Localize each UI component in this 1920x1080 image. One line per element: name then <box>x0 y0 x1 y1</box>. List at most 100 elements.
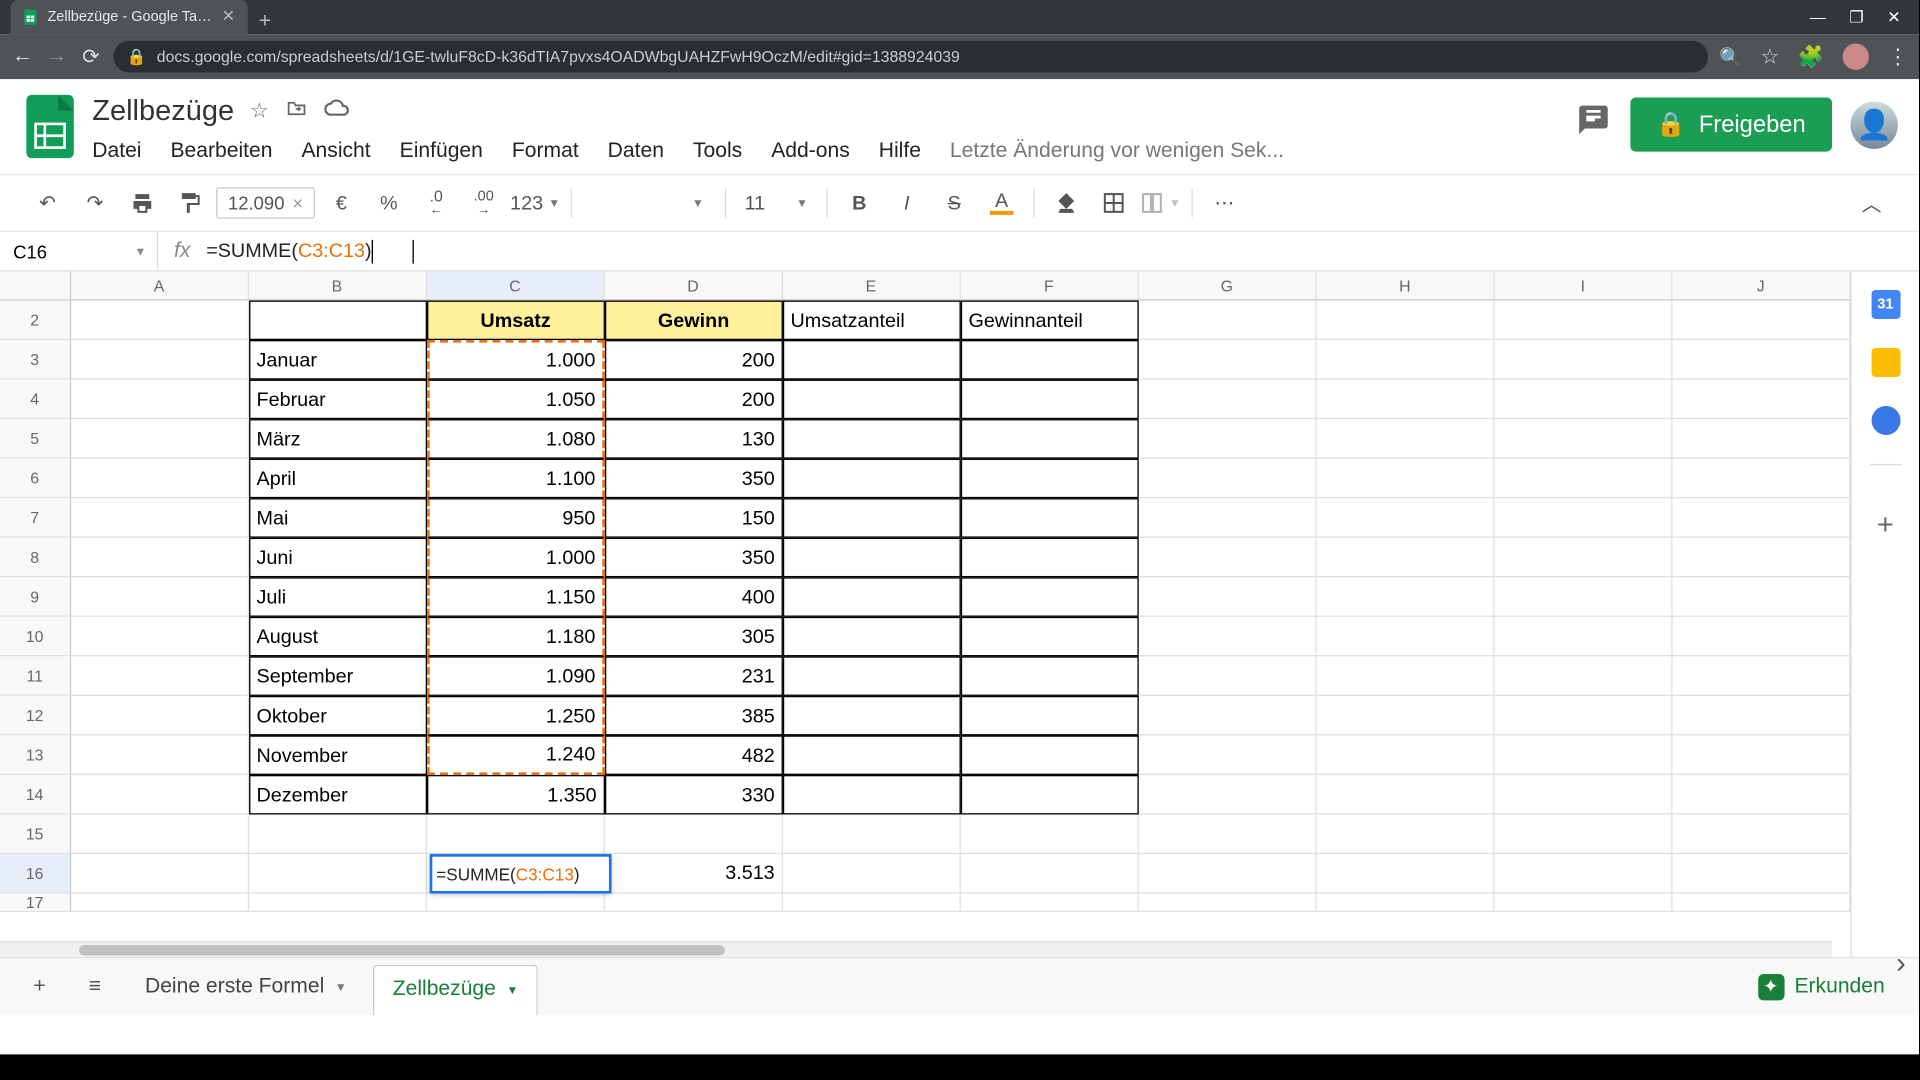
cell[interactable]: 305 <box>605 617 783 657</box>
cell[interactable] <box>961 617 1139 657</box>
cell[interactable] <box>1317 775 1495 815</box>
name-box-dropdown-icon[interactable]: ▼ <box>135 244 157 257</box>
cell[interactable] <box>961 498 1139 538</box>
cell[interactable] <box>1317 301 1495 341</box>
row-header[interactable]: 9 <box>0 577 71 617</box>
paint-format-icon[interactable] <box>169 182 211 224</box>
cell[interactable]: Gewinn <box>605 301 783 341</box>
row-header[interactable]: 13 <box>0 735 71 775</box>
sheet-tab-first[interactable]: Deine erste Formel▼ <box>127 961 366 1011</box>
cell[interactable]: April <box>249 459 427 499</box>
cell[interactable] <box>1495 577 1673 617</box>
cell[interactable] <box>1673 419 1851 459</box>
cell[interactable] <box>1317 894 1495 912</box>
cell[interactable] <box>783 696 961 736</box>
col-header-d[interactable]: D <box>605 272 783 300</box>
account-avatar[interactable]: 👤 <box>1850 101 1897 148</box>
cell[interactable]: Juni <box>249 538 427 578</box>
cell[interactable]: 1.240 <box>427 735 605 775</box>
cell[interactable] <box>1495 380 1673 420</box>
cell[interactable] <box>1139 538 1317 578</box>
cell[interactable]: 1.180 <box>427 617 605 657</box>
cell[interactable] <box>1495 696 1673 736</box>
row-header[interactable]: 2 <box>0 301 71 341</box>
cell[interactable]: 200 <box>605 380 783 420</box>
cell[interactable] <box>783 419 961 459</box>
cell[interactable]: August <box>249 617 427 657</box>
row-header[interactable]: 6 <box>0 459 71 499</box>
cell[interactable] <box>961 894 1139 912</box>
cell[interactable]: 330 <box>605 775 783 815</box>
cell-editor-c16[interactable]: =SUMME(C3:C13) <box>430 854 612 894</box>
cell[interactable] <box>249 815 427 855</box>
more-toolbar-icon[interactable]: ⋯ <box>1203 182 1245 224</box>
chrome-menu-icon[interactable]: ⋮ <box>1887 43 1908 69</box>
col-header-a[interactable]: A <box>71 272 249 300</box>
cell[interactable] <box>1672 301 1850 341</box>
cell[interactable]: 482 <box>605 735 783 775</box>
close-window-icon[interactable]: ✕ <box>1887 8 1900 26</box>
cell[interactable] <box>1495 538 1673 578</box>
menu-format[interactable]: Format <box>512 140 579 164</box>
cell[interactable]: 350 <box>605 538 783 578</box>
cell[interactable] <box>1139 419 1317 459</box>
cell[interactable] <box>961 340 1139 380</box>
cell[interactable] <box>783 735 961 775</box>
cell[interactable] <box>961 815 1139 855</box>
menu-insert[interactable]: Einfügen <box>400 140 483 164</box>
cell[interactable] <box>1495 775 1673 815</box>
cell[interactable] <box>783 894 961 912</box>
cell[interactable] <box>71 656 249 696</box>
menu-view[interactable]: Ansicht <box>301 140 370 164</box>
redo-icon[interactable]: ↷ <box>74 182 116 224</box>
row-header[interactable]: 12 <box>0 696 71 736</box>
minimize-icon[interactable]: — <box>1810 8 1826 26</box>
reload-icon[interactable]: ⟳ <box>79 43 103 69</box>
cell[interactable] <box>1139 459 1317 499</box>
cell[interactable] <box>1495 735 1673 775</box>
cell[interactable] <box>783 617 961 657</box>
row-header[interactable]: 3 <box>0 340 71 380</box>
cell[interactable] <box>71 775 249 815</box>
cell[interactable] <box>783 577 961 617</box>
cell[interactable] <box>1673 340 1851 380</box>
cell[interactable] <box>71 735 249 775</box>
comments-icon[interactable] <box>1574 103 1611 146</box>
menu-edit[interactable]: Bearbeiten <box>170 140 272 164</box>
row-header[interactable]: 16 <box>0 854 71 894</box>
cell[interactable]: 130 <box>605 419 783 459</box>
calendar-addon-icon[interactable]: 31 <box>1871 290 1900 319</box>
cloud-status-icon[interactable] <box>324 98 350 123</box>
document-title[interactable]: Zellbezüge <box>92 94 234 128</box>
col-header-h[interactable]: H <box>1316 272 1494 300</box>
cell[interactable] <box>1673 380 1851 420</box>
cell[interactable]: Juli <box>249 577 427 617</box>
cell[interactable] <box>1673 656 1851 696</box>
explore-button[interactable]: ✦ Erkunden <box>1739 973 1903 999</box>
cell[interactable] <box>1317 340 1495 380</box>
cell[interactable] <box>1139 498 1317 538</box>
cell[interactable] <box>1495 815 1673 855</box>
cell[interactable] <box>1317 577 1495 617</box>
cell[interactable] <box>1673 538 1851 578</box>
col-header-i[interactable]: I <box>1494 272 1672 300</box>
cell[interactable] <box>71 894 249 912</box>
format-number-button[interactable]: 123▼ <box>510 192 560 214</box>
row-header[interactable]: 17 <box>0 894 71 912</box>
cell[interactable] <box>1317 419 1495 459</box>
cell[interactable] <box>783 498 961 538</box>
star-icon[interactable]: ☆ <box>250 98 269 124</box>
cell[interactable] <box>605 815 783 855</box>
cell[interactable] <box>1139 380 1317 420</box>
cell[interactable] <box>1673 854 1851 894</box>
cell[interactable] <box>1317 380 1495 420</box>
cell[interactable]: 1.000 <box>427 538 605 578</box>
horizontal-scrollbar[interactable] <box>0 941 1832 957</box>
cell[interactable] <box>1495 340 1673 380</box>
percent-button[interactable]: % <box>368 182 410 224</box>
fill-color-button[interactable] <box>1045 182 1087 224</box>
cell[interactable] <box>605 894 783 912</box>
cell[interactable] <box>1317 815 1495 855</box>
zoom-icon[interactable]: 🔍 <box>1719 45 1742 67</box>
cell[interactable]: 3.513 <box>605 854 783 894</box>
